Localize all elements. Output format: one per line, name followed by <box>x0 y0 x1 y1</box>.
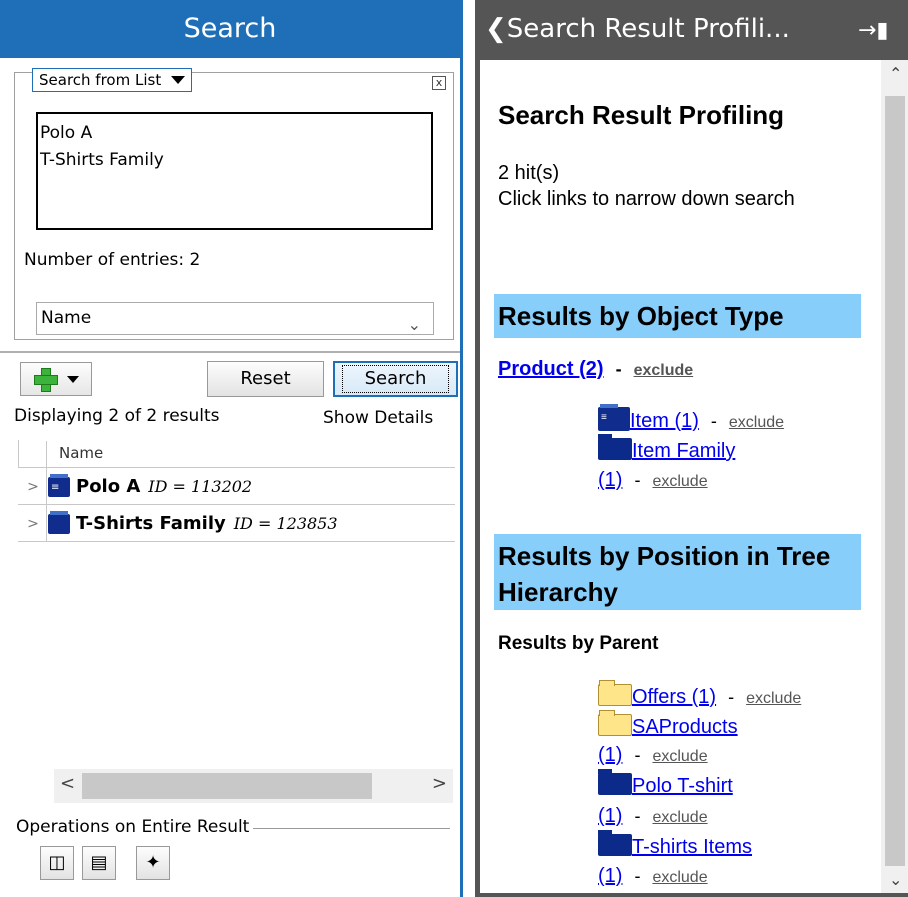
saproducts-link[interactable]: SAProducts <box>632 716 738 738</box>
row-id: ID = 113202 <box>148 477 253 496</box>
exclude-link[interactable]: exclude <box>652 869 707 886</box>
item-cube-icon <box>48 473 70 497</box>
green-plus-icon <box>33 367 58 392</box>
offers-line: Offers (1) - exclude <box>598 680 801 709</box>
chevron-down-icon <box>171 76 186 84</box>
vertical-scrollbar[interactable]: ⌃ ⌄ <box>881 60 908 893</box>
family-cube-icon <box>598 434 632 460</box>
polo-count-link[interactable]: (1) <box>598 805 622 827</box>
column-header-name[interactable]: Name <box>18 440 455 468</box>
exclude-link[interactable]: exclude <box>634 362 694 379</box>
product-link[interactable]: Product (2) <box>498 358 604 380</box>
search-button[interactable]: Search <box>333 361 458 397</box>
hint-text: Click links to narrow down search <box>498 188 795 210</box>
scroll-down-icon[interactable]: ⌄ <box>889 870 902 889</box>
chevron-right-icon[interactable]: > <box>18 479 48 495</box>
attribute-select-value: Name <box>41 308 92 328</box>
operations-label: Operations on Entire Result <box>16 817 254 837</box>
scrollbar-thumb[interactable] <box>82 773 372 799</box>
scrollbar-thumb[interactable] <box>885 96 905 866</box>
chevron-down-icon <box>67 375 79 383</box>
item-family-count-link[interactable]: (1) <box>598 469 622 491</box>
search-mode-label: Search from List <box>39 71 162 89</box>
profiling-title-text: Search Result Profili... <box>506 14 790 44</box>
table-row[interactable]: > T-Shirts Family ID = 123853 <box>18 506 455 542</box>
item-family-line: Item Family <box>598 434 735 463</box>
folder-icon <box>598 680 632 706</box>
page-title: Search Result Profiling <box>498 100 785 130</box>
saproducts-line: SAProducts <box>598 710 738 739</box>
entry-line: T-Shirts Family <box>40 150 164 170</box>
profiling-pane-title: ❮Search Result Profili... <box>475 0 908 58</box>
close-icon[interactable]: x <box>432 76 446 90</box>
product-line: Product (2) - exclude <box>498 358 694 380</box>
show-details-link[interactable]: Show Details <box>323 408 433 428</box>
row-id: ID = 123853 <box>233 514 338 533</box>
entry-count: Number of entries: 2 <box>24 250 201 270</box>
blue-folder-icon <box>598 769 632 795</box>
folder-icon <box>598 710 632 736</box>
search-button-label: Search <box>341 365 450 393</box>
item-line: Item (1)-exclude <box>598 404 784 433</box>
hits-info: 2 hit(s) Click links to narrow down sear… <box>498 160 828 212</box>
search-mode-dropdown[interactable]: Search from List <box>32 68 193 92</box>
table-row[interactable]: > Polo A ID = 113202 <box>18 469 455 505</box>
family-cube-icon <box>48 510 70 534</box>
tshirts-line-2: (1) - exclude <box>598 865 708 887</box>
polo-link[interactable]: Polo T-shirt <box>632 775 733 797</box>
database-icon[interactable]: ◫ <box>40 846 74 880</box>
exclude-link[interactable]: exclude <box>652 809 707 826</box>
row-name: Polo A <box>76 476 141 497</box>
pin-icon[interactable]: →▮ <box>858 18 889 43</box>
search-pane-title: Search <box>0 0 460 58</box>
add-button[interactable] <box>20 362 92 396</box>
section-position: Results by Position in Tree Hierarchy <box>494 534 861 610</box>
row-name: T-Shirts Family <box>76 513 226 534</box>
reset-button[interactable]: Reset <box>207 361 324 397</box>
export-icon[interactable]: ▤ <box>82 846 116 880</box>
item-cube-icon <box>598 404 630 431</box>
exclude-link[interactable]: exclude <box>652 748 707 765</box>
attribute-select[interactable]: Name ⌄ <box>36 302 434 335</box>
exclude-link[interactable]: exclude <box>746 690 801 707</box>
item-family-link[interactable]: Item Family <box>632 440 735 462</box>
scroll-up-icon[interactable]: ⌃ <box>889 64 902 83</box>
divider <box>0 351 460 353</box>
polo-line-2: (1) - exclude <box>598 805 708 827</box>
chevron-down-icon: ⌄ <box>407 315 421 334</box>
search-entries-textarea[interactable]: Polo A T-Shirts Family <box>36 112 433 230</box>
polo-line: Polo T-shirt <box>598 769 733 798</box>
exclude-link[interactable]: exclude <box>652 473 707 490</box>
wand-icon[interactable]: ✦ <box>136 846 170 880</box>
scroll-right-icon[interactable]: > <box>432 773 447 794</box>
exclude-link[interactable]: exclude <box>729 414 784 431</box>
chevron-right-icon[interactable]: > <box>18 516 48 532</box>
tshirts-count-link[interactable]: (1) <box>598 865 622 887</box>
blue-folder-icon <box>598 830 632 856</box>
tshirts-link[interactable]: T-shirts Items <box>632 836 752 858</box>
by-parent-heading: Results by Parent <box>498 633 659 654</box>
hits-count: 2 hit(s) <box>498 162 560 184</box>
horizontal-scrollbar[interactable]: < > <box>54 769 453 803</box>
scroll-left-icon[interactable]: < <box>60 773 75 794</box>
tshirts-line: T-shirts Items <box>598 830 752 859</box>
saproducts-line-2: (1) - exclude <box>598 744 708 766</box>
section-object-type: Results by Object Type <box>494 294 861 338</box>
results-count: Displaying 2 of 2 results <box>14 406 220 426</box>
item-family-line-2: (1) - exclude <box>598 469 708 491</box>
entry-line: Polo A <box>40 123 93 143</box>
offers-link[interactable]: Offers (1) <box>632 686 716 708</box>
saproducts-count-link[interactable]: (1) <box>598 744 622 766</box>
item-link[interactable]: Item (1) <box>630 410 699 432</box>
